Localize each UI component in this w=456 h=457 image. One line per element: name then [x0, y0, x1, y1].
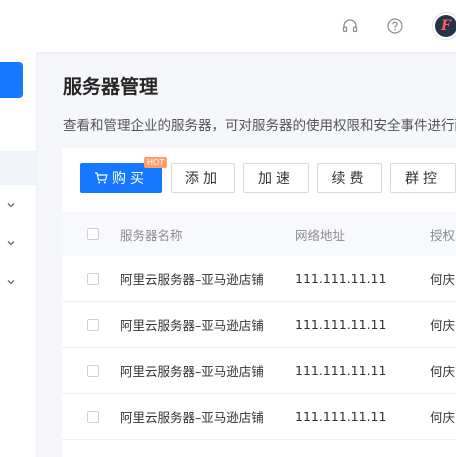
server-owner: 何庆 — [430, 364, 456, 379]
sidebar-primary-button[interactable] — [0, 62, 23, 98]
column-header-ip: 网络地址 — [295, 227, 346, 243]
table-row[interactable]: 阿里云服务器–亚马逊店铺 111.111.11.11 何庆 — [62, 348, 456, 394]
page-description: 查看和管理企业的服务器，可对服务器的使用权限和安全事件进行配置 — [63, 118, 456, 134]
buy-button[interactable]: 购买 HOT — [80, 157, 168, 193]
server-name: 阿里云服务器–亚马逊店铺 — [120, 318, 264, 333]
column-header-owner: 授权人 — [430, 227, 456, 243]
server-name: 阿里云服务器–亚马逊店铺 — [120, 364, 264, 379]
row-checkbox[interactable] — [87, 411, 99, 423]
cart-icon — [94, 171, 108, 185]
speed-up-button[interactable]: 加速 — [243, 163, 309, 193]
server-ip: 111.111.11.11 — [295, 409, 387, 424]
server-ip: 111.111.11.11 — [295, 317, 387, 332]
renew-button[interactable]: 续费 — [317, 163, 382, 193]
sidebar-item-active[interactable] — [0, 151, 37, 185]
question-circle-icon[interactable] — [385, 16, 405, 36]
group-control-button[interactable]: 群控 — [390, 163, 456, 193]
table-header: 服务器名称 网络地址 授权人 — [62, 212, 456, 256]
server-owner: 何庆 — [430, 272, 456, 287]
row-checkbox[interactable] — [87, 365, 99, 377]
top-bar: F — [0, 0, 456, 52]
chevron-down-icon[interactable] — [5, 237, 17, 249]
avatar[interactable]: F — [432, 12, 456, 40]
headset-icon[interactable] — [340, 16, 360, 36]
server-owner: 何庆 — [430, 410, 456, 425]
page-title: 服务器管理 — [63, 76, 159, 98]
avatar-letter: F — [435, 15, 456, 37]
server-ip: 111.111.11.11 — [295, 271, 387, 286]
row-checkbox[interactable] — [87, 273, 99, 285]
row-checkbox[interactable] — [87, 319, 99, 331]
server-name: 阿里云服务器–亚马逊店铺 — [120, 410, 264, 425]
server-ip: 111.111.11.11 — [295, 363, 387, 378]
add-button[interactable]: 添加 — [171, 163, 235, 193]
select-all-checkbox[interactable] — [87, 228, 99, 240]
chevron-down-icon[interactable] — [5, 199, 17, 211]
server-panel: 购买 HOT 添加 加速 续费 群控 服务器名称 网络地址 授权人 阿里云服务器… — [62, 148, 456, 457]
buy-label: 购买 — [112, 171, 148, 187]
table-row[interactable]: 阿里云服务器–亚马逊店铺 111.111.11.11 何庆 — [62, 302, 456, 348]
hot-badge: HOT — [144, 157, 168, 168]
chevron-down-icon[interactable] — [5, 276, 17, 288]
sidebar — [0, 0, 37, 457]
app-window: F 服务器管理 查看和管理企业的服务器，可对服务器的使用权限和安全事件进行配置 … — [0, 0, 456, 457]
server-name: 阿里云服务器–亚马逊店铺 — [120, 272, 264, 287]
table-row[interactable]: 阿里云服务器–亚马逊店铺 111.111.11.11 何庆 — [62, 394, 456, 440]
main-content: 服务器管理 查看和管理企业的服务器，可对服务器的使用权限和安全事件进行配置 购买… — [37, 52, 456, 457]
column-header-name: 服务器名称 — [120, 227, 183, 243]
server-owner: 何庆 — [430, 318, 456, 333]
table-row[interactable]: 阿里云服务器–亚马逊店铺 111.111.11.11 何庆 — [62, 256, 456, 302]
